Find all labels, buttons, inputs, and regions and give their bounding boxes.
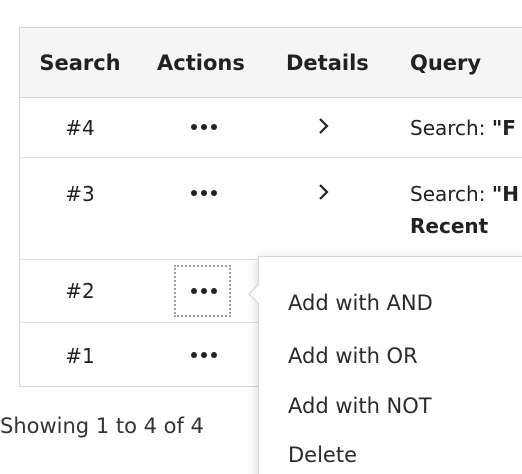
column-header-details: Details: [286, 51, 369, 75]
more-horizontal-icon[interactable]: [186, 185, 222, 201]
menu-item-add-with-and[interactable]: Add with AND: [288, 290, 433, 316]
query-text-line2: Recent: [410, 214, 489, 238]
menu-item-delete[interactable]: Delete: [288, 442, 357, 468]
table-header-row: Search Actions Details Query: [20, 28, 522, 98]
search-number: #4: [65, 116, 95, 140]
chevron-right-icon[interactable]: [314, 182, 334, 202]
query-prefix: Search:: [410, 116, 492, 140]
search-number: #3: [65, 182, 95, 206]
table-row: #3 Search: "H Recent: [20, 158, 522, 260]
actions-menu: Add with AND Add with OR Add with NOT De…: [258, 256, 522, 474]
menu-item-add-with-not[interactable]: Add with NOT: [288, 393, 432, 419]
search-number: #1: [65, 344, 95, 368]
more-horizontal-icon[interactable]: [186, 119, 222, 135]
column-header-query[interactable]: Query: [410, 50, 481, 76]
search-history-page: Search Actions Details Query #4 Search: …: [0, 0, 522, 474]
query-term: "H: [491, 182, 519, 206]
column-header-search[interactable]: Search: [20, 50, 140, 76]
menu-item-add-with-or[interactable]: Add with OR: [288, 343, 418, 369]
pagination-summary: Showing 1 to 4 of 4: [0, 414, 204, 438]
query-text: Search: "F: [410, 115, 516, 141]
query-text: Search: "H: [410, 181, 519, 207]
more-horizontal-icon[interactable]: [186, 347, 222, 363]
chevron-right-icon[interactable]: [314, 116, 334, 136]
query-prefix: Search:: [410, 182, 492, 206]
table-row: #4 Search: "F: [20, 98, 522, 158]
menu-pointer-fill: [250, 284, 260, 304]
more-horizontal-icon[interactable]: [186, 283, 222, 299]
search-number: #2: [65, 279, 95, 303]
query-term: "F: [491, 116, 516, 140]
column-header-actions: Actions: [157, 51, 245, 75]
